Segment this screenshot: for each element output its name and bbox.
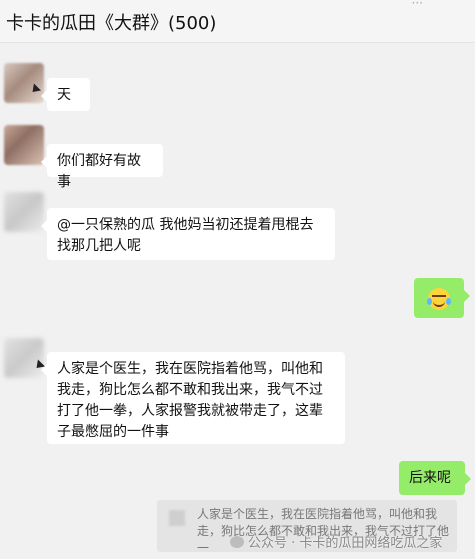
chat-title[interactable]: 卡卡的瓜田《大群》(500): [6, 9, 216, 35]
message-bubble[interactable]: 天: [41, 78, 90, 111]
message-bubble[interactable]: 人家是个医生，我在医院指着他骂，叫他和我走，狗比怎么都不敢和我出来，我气不过打了…: [41, 352, 345, 444]
message-text: 人家是个医生，我在医院指着他骂，叫他和我走，狗比怎么都不敢和我出来，我气不过打了…: [57, 361, 323, 440]
message-bubble[interactable]: @一只保熟的瓜 我他妈当初还提着甩棍去找那几把人呢: [41, 208, 335, 260]
wechat-icon: [230, 536, 244, 548]
message-bubble[interactable]: 你们都好有故事: [41, 144, 163, 190]
avatar[interactable]: [4, 192, 44, 232]
quote-avatar: [169, 510, 185, 526]
avatar[interactable]: [4, 63, 44, 103]
message-bubble[interactable]: [414, 278, 470, 318]
chat-header: 卡卡的瓜田《大群》(500) ···: [0, 0, 475, 43]
laughing-tears-emoji-icon: [427, 288, 451, 310]
message-text: 你们都好有故事: [57, 153, 141, 190]
watermark-text: 公众号 · 卡卡的瓜田网络吃瓜之家: [248, 536, 443, 551]
watermark: 公众号 · 卡卡的瓜田网络吃瓜之家: [230, 532, 442, 551]
message-text: 后来呢: [409, 470, 451, 486]
avatar[interactable]: [4, 338, 44, 378]
message-bubble[interactable]: 后来呢: [399, 461, 471, 495]
ellipsis-icon[interactable]: ···: [412, 0, 423, 10]
message-text: @一只保熟的瓜 我他妈当初还提着甩棍去找那几把人呢: [57, 217, 314, 254]
message-text: 天: [57, 87, 71, 103]
avatar[interactable]: [4, 125, 44, 165]
